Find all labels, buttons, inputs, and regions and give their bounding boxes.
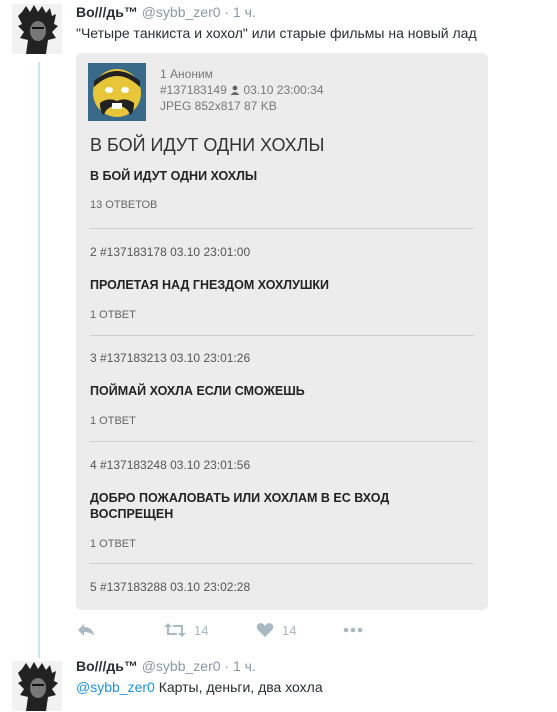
reply-button[interactable] xyxy=(76,622,96,638)
timestamp[interactable]: 1 ч. xyxy=(233,4,256,20)
more-icon xyxy=(343,627,363,633)
more-button[interactable] xyxy=(342,622,364,638)
post-head: 4 #137183248 03.10 23:01:56 xyxy=(90,458,251,472)
post-body: ДОБРО ПОЖАЛОВАТЬ ИЛИ ХОХЛАМ В ЕС ВХОД ВО… xyxy=(90,491,390,521)
post-head: 5 #137183288 03.10 23:02:28 xyxy=(90,580,251,594)
thread-title: В БОЙ ИДУТ ОДНИ ХОХЛЫ xyxy=(90,135,325,155)
author-name[interactable]: Во///дь™ xyxy=(76,4,138,20)
author-handle[interactable]: @sybb_zer0 xyxy=(142,4,221,20)
op-id: #137183149 xyxy=(160,83,227,97)
reply-icon xyxy=(78,624,94,636)
divider xyxy=(90,441,474,442)
post: 4 #137183248 03.10 23:01:56 ДОБРО ПОЖАЛО… xyxy=(90,458,474,550)
user-icon xyxy=(230,83,243,97)
answers-count: 13 ОТВЕТОВ xyxy=(90,199,158,211)
retweet-button[interactable]: 14 xyxy=(164,622,208,638)
op-meta: 1 Аноним #137183149 03.10 23:00:34 JPEG … xyxy=(160,66,324,114)
tweet-header: Во///дь™ @sybb_zer0 · 1 ч. xyxy=(76,4,256,20)
post-body: ПРОЛЕТАЯ НАД ГНЕЗДОМ ХОХЛУШКИ xyxy=(90,278,330,292)
tweet-text: @sybb_zer0 Карты, деньги, два хохла xyxy=(76,679,323,695)
op-file: JPEG 852x817 87 KB xyxy=(160,99,277,113)
heart-icon xyxy=(256,623,274,637)
post-answers: 1 ОТВЕТ xyxy=(90,415,136,427)
post-body: ПОЙМАЙ ХОХЛА ЕСЛИ СМОЖЕШЬ xyxy=(90,384,305,398)
avatar[interactable] xyxy=(12,4,62,54)
author-name[interactable]: Во///дь™ xyxy=(76,658,138,674)
thread-connector-line xyxy=(38,62,40,658)
like-count: 14 xyxy=(282,622,297,638)
tweet-text-body: Карты, деньги, два хохла xyxy=(154,679,323,695)
timestamp[interactable]: 1 ч. xyxy=(233,658,256,674)
post-head: 3 #137183213 03.10 23:01:26 xyxy=(90,351,251,365)
like-button[interactable]: 14 xyxy=(256,622,296,638)
retweet-count: 14 xyxy=(194,622,209,638)
retweet-icon xyxy=(164,623,186,637)
op-name: 1 Аноним xyxy=(160,67,213,81)
tweet-actions: 14 14 xyxy=(76,618,496,646)
tweet-text: "Четыре танкиста и хохол" или старые фил… xyxy=(76,25,477,41)
divider xyxy=(90,563,474,564)
separator-dot: · xyxy=(224,4,230,20)
op-text: В БОЙ ИДУТ ОДНИ ХОХЛЫ xyxy=(90,169,258,183)
tweet-header: Во///дь™ @sybb_zer0 · 1 ч. xyxy=(76,658,256,674)
post: 2 #137183178 03.10 23:01:00 ПРОЛЕТАЯ НАД… xyxy=(90,245,474,321)
op-datetime: 03.10 23:00:34 xyxy=(243,83,324,97)
post-answers: 1 ОТВЕТ xyxy=(90,538,136,550)
post-answers: 1 ОТВЕТ xyxy=(90,309,136,321)
divider xyxy=(90,335,474,336)
divider xyxy=(90,228,474,229)
separator-dot: · xyxy=(224,658,230,674)
author-handle[interactable]: @sybb_zer0 xyxy=(142,658,221,674)
post-head: 2 #137183178 03.10 23:01:00 xyxy=(90,245,251,259)
op-picture xyxy=(88,63,146,121)
post: 3 #137183213 03.10 23:01:26 ПОЙМАЙ ХОХЛА… xyxy=(90,351,474,427)
attached-image[interactable]: 1 Аноним #137183149 03.10 23:00:34 JPEG … xyxy=(76,53,488,610)
post: 5 #137183288 03.10 23:02:28 xyxy=(90,580,474,594)
mention-link[interactable]: @sybb_zer0 xyxy=(76,679,155,695)
avatar[interactable] xyxy=(12,661,62,711)
